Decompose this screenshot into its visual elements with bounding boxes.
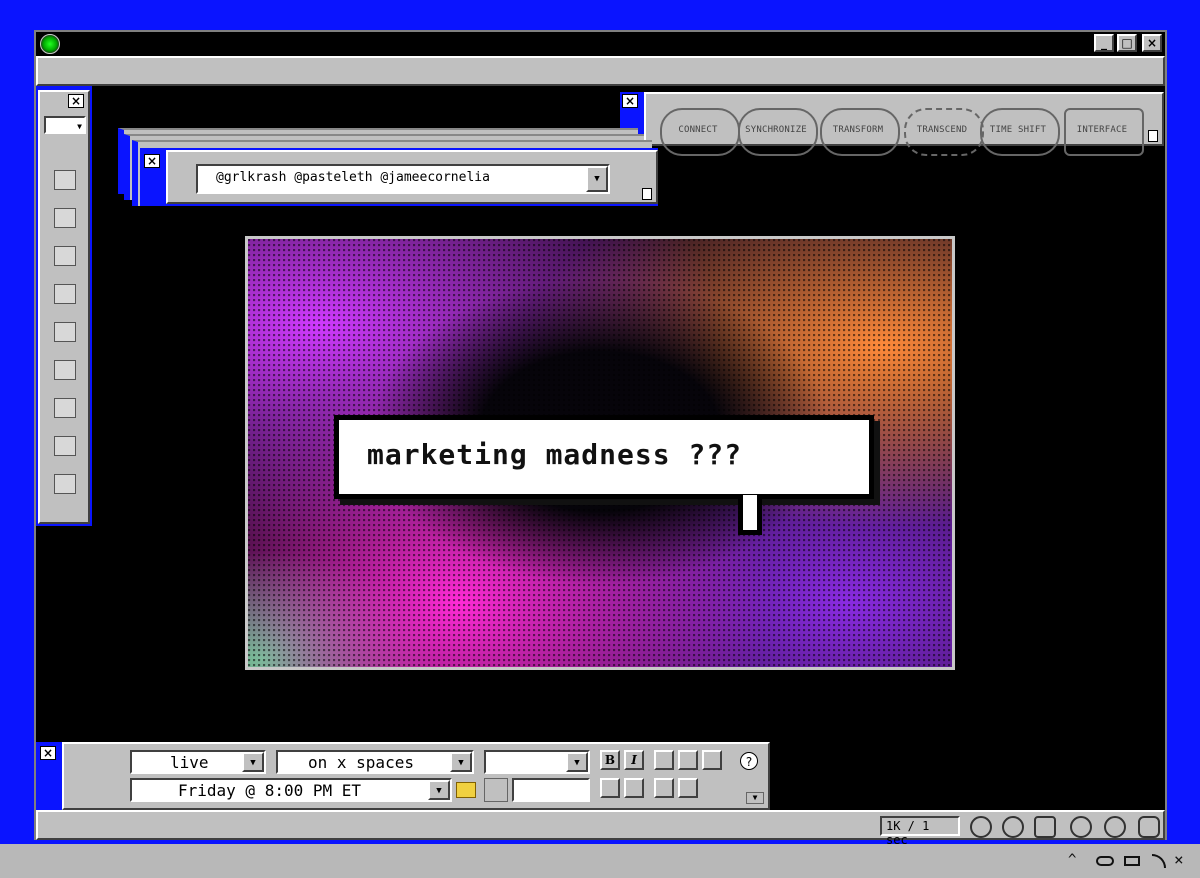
resize-grip-icon[interactable] <box>642 188 652 200</box>
synchronize-icon[interactable] <box>1002 816 1024 838</box>
status-bar: 1K / 1 sec <box>36 810 1165 847</box>
tools-close-icon[interactable]: × <box>68 94 84 108</box>
nav-connect[interactable]: CONNECT <box>660 108 740 156</box>
cup-icon[interactable] <box>54 322 76 342</box>
time-shift-icon <box>980 108 1060 156</box>
nav-synchronize[interactable]: SYNCHRONIZE <box>738 108 818 156</box>
nav-interface[interactable]: INTERFACE <box>1064 108 1144 156</box>
bullet-list-icon[interactable] <box>600 778 620 798</box>
handles-dropdown-value: @grlkrash @pasteleth @jameecornelia <box>216 170 490 185</box>
align-right-icon[interactable] <box>702 750 722 770</box>
taskbar: ^ × <box>0 844 1200 878</box>
artwork-panel: marketing madness ??? <box>245 236 955 670</box>
handles-dropdown[interactable]: @grlkrash @pasteleth @jameecornelia ▼ <box>196 164 610 194</box>
transform-icon[interactable] <box>1034 816 1056 838</box>
color-swatch[interactable] <box>484 778 508 802</box>
nav-transcend[interactable]: TRANSCEND <box>904 108 984 156</box>
text-field[interactable] <box>512 778 590 802</box>
hr-icon[interactable] <box>54 246 76 266</box>
chart-icon[interactable] <box>54 474 76 494</box>
volume-mute-icon[interactable]: × <box>1174 850 1184 869</box>
speed-indicator: 1K / 1 sec <box>880 816 960 847</box>
interface-icon <box>1064 108 1144 156</box>
tools-palette-body: × ▼ <box>38 90 90 524</box>
expand-icon[interactable]: ▼ <box>746 792 764 804</box>
gear-icon[interactable] <box>54 398 76 418</box>
resize-grip-icon[interactable] <box>1148 130 1158 142</box>
tools-dropdown[interactable]: ▼ <box>44 116 86 134</box>
effects-icon[interactable] <box>54 360 76 380</box>
transcend-icon[interactable] <box>1070 816 1092 838</box>
size-dropdown[interactable]: ▼ <box>484 750 590 774</box>
help-button[interactable]: ? <box>740 752 758 770</box>
platform-dropdown-value: on x spaces <box>308 753 414 772</box>
copy-icon[interactable] <box>54 284 76 304</box>
title-bar: _ □ × <box>36 32 1165 56</box>
speed-text: 1K / 1 sec <box>886 819 930 847</box>
bold-button[interactable]: B <box>600 750 620 770</box>
align-left-icon[interactable] <box>654 750 674 770</box>
wifi-icon[interactable] <box>1152 854 1166 868</box>
connect-icon[interactable] <box>970 816 992 838</box>
format-close-icon[interactable]: × <box>40 746 56 760</box>
menu-bar <box>36 56 1165 86</box>
handles-window: × @grlkrash @pasteleth @jameecornelia ▼ <box>140 148 658 206</box>
app-logo-icon <box>40 34 60 54</box>
transcend-icon <box>904 108 984 156</box>
chevron-down-icon[interactable]: ▼ <box>586 166 608 192</box>
handles-window-body: @grlkrash @pasteleth @jameecornelia ▼ <box>166 150 658 204</box>
nav-time-shift[interactable]: TIME SHIFT <box>980 108 1060 156</box>
platform-dropdown[interactable]: on x spaces ▼ <box>276 750 474 774</box>
transform-icon <box>820 108 900 156</box>
folder-icon[interactable] <box>456 782 476 798</box>
italic-button[interactable]: I <box>624 750 644 770</box>
chevron-down-icon[interactable]: ▼ <box>428 780 450 800</box>
status-dropdown[interactable]: live ▼ <box>130 750 266 774</box>
tools-palette: × ▼ <box>36 86 92 526</box>
format-toolbar-body: live ▼ on x spaces ▼ ▼ Friday @ 8:00 PM … <box>62 742 770 810</box>
nav-close-icon[interactable]: × <box>622 94 638 108</box>
chevron-down-icon: ▼ <box>77 122 82 131</box>
nav-toolbar: × CONNECT SYNCHRONIZE TRANSFORM TRANSCEN… <box>620 92 1164 156</box>
chevron-up-icon[interactable]: ^ <box>1068 852 1076 868</box>
chevron-down-icon[interactable]: ▼ <box>450 752 472 772</box>
robot-icon[interactable] <box>54 436 76 456</box>
chevron-down-icon[interactable]: ▼ <box>242 752 264 772</box>
speech-bubble-tail <box>738 495 762 535</box>
connect-icon <box>660 108 740 156</box>
table-icon[interactable] <box>54 208 76 228</box>
datetime-dropdown-value: Friday @ 8:00 PM ET <box>178 781 362 800</box>
synchronize-icon <box>738 108 818 156</box>
maximize-button[interactable]: □ <box>1117 34 1137 52</box>
interface-icon[interactable] <box>1138 816 1160 838</box>
numbered-list-icon[interactable] <box>624 778 644 798</box>
time-shift-icon[interactable] <box>1104 816 1126 838</box>
bubble-text: marketing madness ??? <box>367 438 743 471</box>
cloud-icon[interactable] <box>1096 856 1114 866</box>
nav-toolbar-body: CONNECT SYNCHRONIZE TRANSFORM TRANSCEND … <box>644 92 1164 156</box>
format-toolbar: × live ▼ on x spaces ▼ ▼ Friday @ 8:00 P… <box>36 742 770 810</box>
chevron-down-icon[interactable]: ▼ <box>566 752 588 772</box>
align-center-icon[interactable] <box>678 750 698 770</box>
datetime-dropdown[interactable]: Friday @ 8:00 PM ET ▼ <box>130 778 452 802</box>
outdent-icon[interactable] <box>654 778 674 798</box>
nav-transform[interactable]: TRANSFORM <box>820 108 900 156</box>
handles-close-icon[interactable]: × <box>144 154 160 168</box>
speech-bubble: marketing madness ??? <box>334 415 874 499</box>
minimize-button[interactable]: _ <box>1094 34 1114 52</box>
indent-icon[interactable] <box>678 778 698 798</box>
close-button[interactable]: × <box>1142 34 1162 52</box>
status-dropdown-value: live <box>170 753 209 772</box>
battery-icon[interactable] <box>1124 856 1140 866</box>
image-icon[interactable] <box>54 170 76 190</box>
